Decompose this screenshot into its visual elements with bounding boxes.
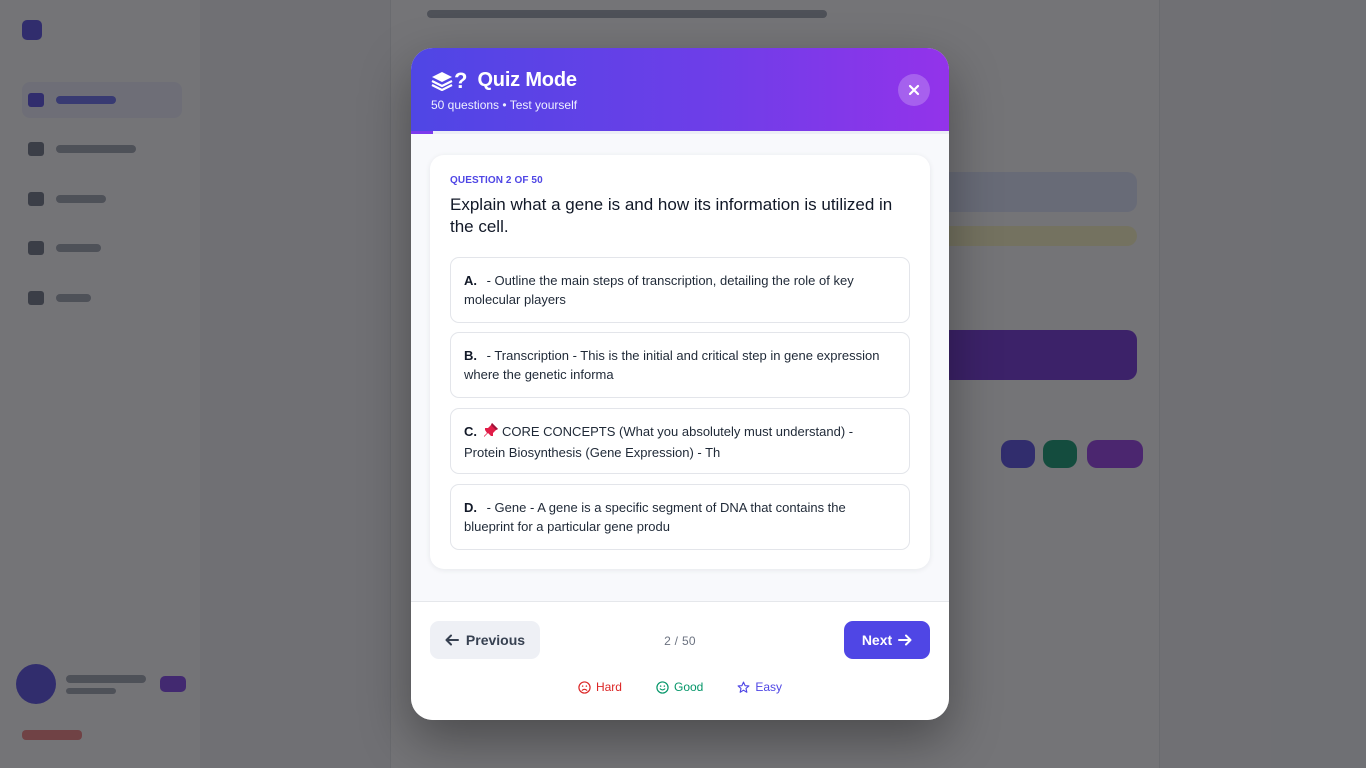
option-b[interactable]: B. - Transcription - This is the initial… xyxy=(450,332,910,398)
close-button[interactable] xyxy=(898,74,930,106)
question-counter: QUESTION 2 OF 50 xyxy=(450,175,543,186)
close-icon xyxy=(908,84,920,96)
question-mark-icon: ? xyxy=(454,67,468,93)
option-text: - Outline the main steps of transcriptio… xyxy=(464,273,854,307)
smile-icon xyxy=(656,680,669,694)
option-letter: B. xyxy=(464,348,477,363)
option-text: - Gene - A gene is a specific segment of… xyxy=(464,500,846,534)
modal-footer: Previous 2 / 50 Next Hard Good Easy xyxy=(411,602,949,720)
rate-good-button[interactable]: Good xyxy=(656,680,703,694)
question-card: QUESTION 2 OF 50 Explain what a gene is … xyxy=(430,155,930,569)
rate-hard-button[interactable]: Hard xyxy=(578,680,622,694)
progress-fill xyxy=(411,131,433,134)
option-d[interactable]: D. - Gene - A gene is a specific segment… xyxy=(450,484,910,550)
option-a[interactable]: A. - Outline the main steps of transcrip… xyxy=(450,257,910,323)
option-letter: A. xyxy=(464,273,477,288)
rate-easy-label: Easy xyxy=(755,680,783,694)
option-text: - Transcription - This is the initial an… xyxy=(464,348,880,382)
frown-icon xyxy=(578,680,591,694)
rate-easy-button[interactable]: Easy xyxy=(737,680,782,694)
quiz-modal: ? Quiz Mode 50 questions • Test yourself… xyxy=(411,48,949,720)
next-label: Next xyxy=(861,632,893,648)
modal-title: Quiz Mode xyxy=(477,69,577,91)
option-text: CORE CONCEPTS (What you absolutely must … xyxy=(464,424,854,460)
modal-header: ? Quiz Mode 50 questions • Test yourself xyxy=(411,48,949,131)
rate-good-label: Good xyxy=(673,680,704,694)
layers-icon xyxy=(431,71,453,91)
arrow-right-icon xyxy=(898,634,912,646)
option-letter: D. xyxy=(464,500,477,515)
star-icon xyxy=(737,681,750,693)
layers-question-icon: ? xyxy=(431,67,468,93)
question-text: Explain what a gene is and how its infor… xyxy=(450,195,893,236)
next-button[interactable]: Next xyxy=(844,621,930,659)
modal-subtitle: 50 questions • Test yourself xyxy=(431,98,578,112)
rate-hard-label: Hard xyxy=(595,680,622,694)
progress-bar xyxy=(411,131,949,134)
option-c[interactable]: C. CORE CONCEPTS (What you absolutely mus… xyxy=(450,408,910,474)
option-letter: C. xyxy=(464,424,477,439)
pushpin-icon xyxy=(483,422,499,443)
difficulty-rating: Hard Good Easy xyxy=(411,680,949,694)
